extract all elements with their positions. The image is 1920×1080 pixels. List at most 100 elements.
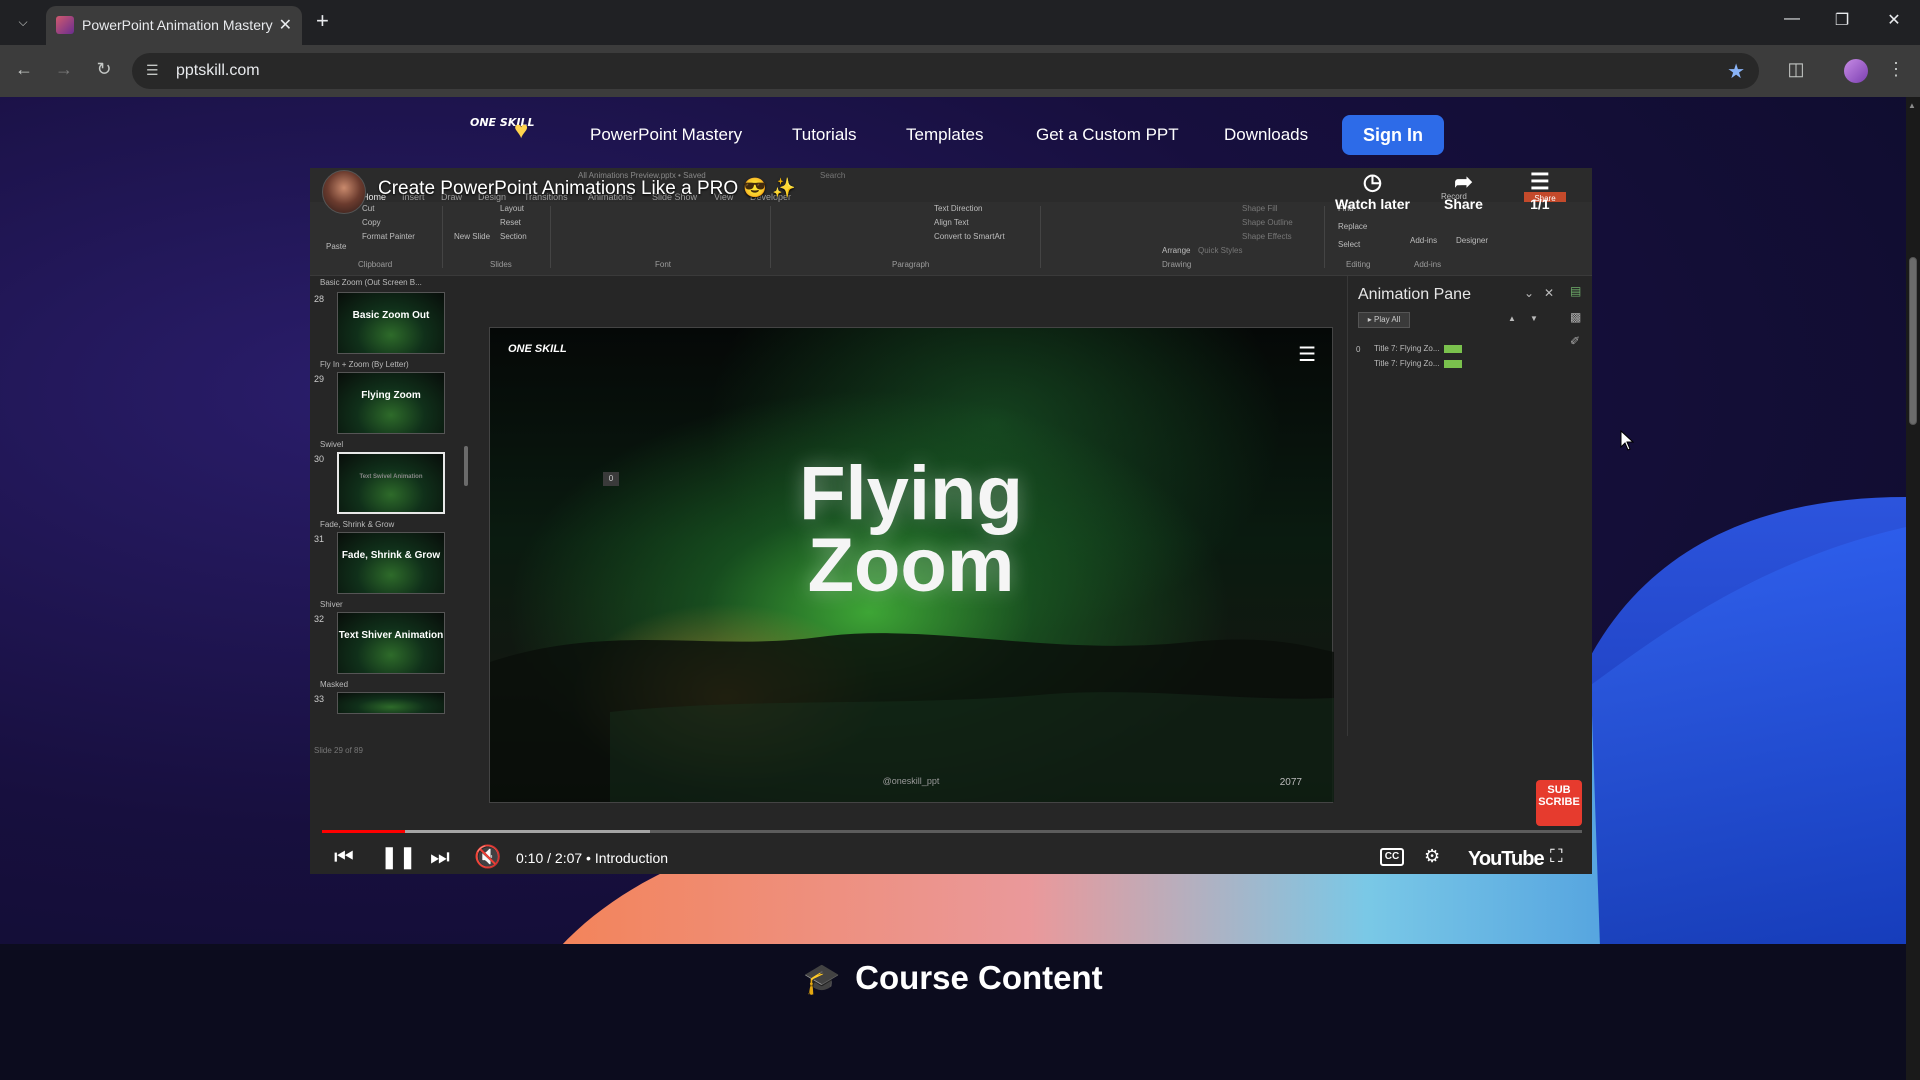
sign-in-button[interactable]: Sign In: [1342, 115, 1444, 155]
close-icon: ✕: [1544, 286, 1555, 300]
slide-title-line2: Zoom: [807, 523, 1015, 608]
next-icon[interactable]: ⏭: [430, 844, 450, 870]
ppt-animation-pane: Animation Pane ⌄ ✕ ▸ Play All ▲ ▼ 0 Titl…: [1347, 276, 1562, 736]
nav-link-custom-ppt[interactable]: Get a Custom PPT: [1036, 125, 1179, 145]
ppt-arrange: Arrange: [1162, 246, 1191, 255]
thumbnail-text: Fade, Shrink & Grow: [341, 550, 441, 561]
subscribe-watermark[interactable]: SUB SCRIBE: [1536, 780, 1582, 826]
site-info-icon[interactable]: ☰: [146, 62, 159, 79]
slide-thumbnail: Text Shiver Animation: [337, 612, 445, 674]
browser-toolbar: ← → ↻ ☰ pptskill.com ★ ◫ ⋮: [0, 45, 1920, 97]
close-tab-icon[interactable]: ✕: [279, 15, 292, 35]
back-icon[interactable]: ←: [12, 59, 36, 80]
thumbnail-text: Text Swivel Animation: [359, 474, 423, 480]
channel-avatar[interactable]: [322, 170, 366, 214]
forward-icon[interactable]: →: [52, 59, 76, 80]
format-icon: ▩: [1570, 310, 1582, 324]
video-progress-bar[interactable]: [322, 830, 1582, 833]
settings-gear-icon[interactable]: ⚙: [1424, 846, 1440, 867]
ribbon-separator: [1324, 206, 1325, 268]
minimize-icon[interactable]: —: [1780, 10, 1804, 28]
nav-link-templates[interactable]: Templates: [906, 125, 983, 145]
thumbnail-text: Text Shiver Animation: [338, 630, 444, 641]
slide-thumbnail: Basic Zoom Out: [337, 292, 445, 354]
section-label: Shiver: [320, 600, 343, 609]
animation-item: Title 7: Flying Zo...: [1374, 344, 1462, 353]
video-title[interactable]: Create PowerPoint Animations Like a PRO …: [378, 176, 796, 200]
ppt-search: Search: [820, 171, 846, 180]
section-label: Masked: [320, 680, 349, 689]
section-label: Swivel: [320, 440, 344, 449]
thumbnail-text: Basic Zoom Out: [352, 310, 430, 321]
ppt-section: Section: [500, 232, 527, 241]
chevron-down-icon: ⌄: [1524, 286, 1535, 300]
ppt-status: Slide 29 of 89: [314, 746, 363, 755]
slide-number: 33: [314, 694, 325, 704]
ppt-quick-styles: Quick Styles: [1198, 246, 1243, 255]
kebab-menu-icon[interactable]: ⋮: [1884, 59, 1908, 80]
ppt-replace: Replace: [1338, 222, 1368, 231]
youtube-embed[interactable]: All Animations Preview.pptx • Saved Sear…: [310, 168, 1592, 874]
video-played-bar: [322, 830, 406, 833]
tab-title: PowerPoint Animation Mastery: [82, 17, 273, 33]
video-time-value: 0:10 / 2:07: [516, 850, 583, 866]
scroll-up-icon[interactable]: ▲: [1908, 101, 1916, 110]
pause-icon[interactable]: ❚❚: [380, 844, 417, 870]
watch-later-button[interactable]: ◷ Watch later: [1335, 168, 1410, 212]
fullscreen-icon[interactable]: ⛶: [1550, 846, 1563, 867]
address-bar[interactable]: ☰ pptskill.com ★: [132, 53, 1759, 89]
ppt-text-direction: Text Direction: [934, 204, 983, 213]
share-button[interactable]: ➦ Share: [1444, 168, 1483, 212]
video-time: 0:10 / 2:07 • Introduction: [516, 850, 669, 866]
animation-item: Title 7: Flying Zo...: [1374, 359, 1462, 368]
ppt-convert-smartart: Convert to SmartArt: [934, 232, 1005, 241]
heart-icon: ♥: [514, 117, 529, 144]
profile-icon[interactable]: [1844, 59, 1868, 83]
page-content: ONE SKILL ♥ PowerPoint Mastery Tutorials…: [0, 97, 1906, 1080]
animation-item-label: Title 7: Flying Zo...: [1374, 359, 1440, 368]
scrollbar-thumb[interactable]: [1909, 257, 1917, 425]
thumbnail-text: Flying Zoom: [361, 390, 421, 401]
mute-icon[interactable]: 🔇: [474, 844, 501, 870]
nav-link-powerpoint-mastery[interactable]: PowerPoint Mastery: [590, 125, 742, 145]
previous-icon[interactable]: ⏮: [334, 844, 354, 870]
ppt-reset: Reset: [500, 218, 521, 227]
ppt-slides-label: Slides: [490, 260, 512, 269]
site-logo[interactable]: ONE SKILL ♥: [470, 117, 542, 145]
slide-number: 32: [314, 614, 325, 624]
slide-mountain-silhouette: [490, 633, 1334, 802]
ppt-slide-pane: Basic Zoom (Out Screen B... 28 Basic Zoo…: [310, 276, 478, 864]
animation-item-label: Title 7: Flying Zo...: [1374, 344, 1440, 353]
reload-icon[interactable]: ↻: [92, 59, 116, 80]
ppt-clipboard-label: Clipboard: [358, 260, 393, 269]
slide-year: 2077: [1279, 777, 1302, 788]
chapter-title[interactable]: Introduction: [595, 850, 668, 866]
tab-search-icon[interactable]: ⌵: [12, 11, 34, 33]
youtube-logo[interactable]: YouTube: [1468, 848, 1545, 871]
watch-later-label: Watch later: [1335, 196, 1410, 212]
ppt-cut: Cut: [362, 204, 375, 213]
bookmark-star-icon[interactable]: ★: [1727, 59, 1745, 84]
slide-thumbnail: Fade, Shrink & Grow: [337, 532, 445, 594]
slide-thumbnail: [337, 692, 445, 714]
page-scrollbar[interactable]: ▲: [1906, 97, 1920, 1080]
browser-tab[interactable]: PowerPoint Animation Mastery ✕: [46, 6, 302, 45]
ppt-paragraph-label: Paragraph: [892, 260, 930, 269]
play-all-label: Play All: [1374, 315, 1401, 324]
slide-thumbnail: Flying Zoom: [337, 372, 445, 434]
slide-title-line1: Flying: [799, 451, 1023, 536]
nav-link-tutorials[interactable]: Tutorials: [792, 125, 857, 145]
mouse-cursor-icon: [1620, 430, 1635, 451]
new-tab-icon[interactable]: +: [316, 8, 329, 34]
ppt-align-text: Align Text: [934, 218, 969, 227]
ppt-new-slide: New Slide: [454, 232, 491, 241]
captions-icon[interactable]: CC: [1380, 848, 1404, 866]
window-close-icon[interactable]: ✕: [1882, 10, 1906, 30]
restore-icon[interactable]: ❐: [1830, 10, 1854, 30]
ppt-main-slide: ONE SKILL ☰ 0 Flying Zoom @oneskill_ppt …: [489, 327, 1334, 803]
url-text[interactable]: pptskill.com: [176, 62, 260, 80]
slide-thumbnail-selected: Text Swivel Animation: [337, 452, 445, 514]
playlist-button[interactable]: ☰ 1/1: [1530, 168, 1550, 212]
extensions-icon[interactable]: ◫: [1784, 59, 1808, 80]
nav-link-downloads[interactable]: Downloads: [1224, 125, 1308, 145]
